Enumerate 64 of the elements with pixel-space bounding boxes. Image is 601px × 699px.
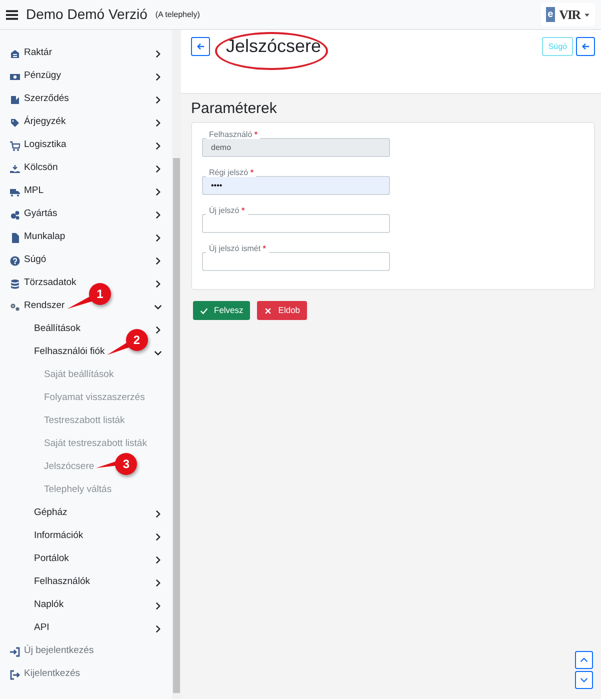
section-heading: Paraméterek — [191, 100, 278, 118]
scrollbar-thumb[interactable] — [173, 158, 180, 693]
sidebar-item[interactable]: Pénzügy — [24, 69, 61, 84]
chevron-up-icon — [580, 656, 588, 664]
sidebar-item[interactable]: Beállítások — [34, 322, 80, 337]
field-label: Új jelszó ismét * — [206, 245, 269, 253]
sidebar-item[interactable]: Rendszer — [24, 299, 65, 314]
sidebar-item[interactable]: Logisztika — [24, 138, 66, 153]
sidebar-item[interactable]: Gépház — [34, 506, 68, 521]
sign-in-icon — [10, 646, 20, 656]
sidebar-item[interactable]: Naplók — [34, 598, 64, 613]
truck-icon — [10, 186, 20, 196]
sidebar-item[interactable]: API — [34, 621, 50, 636]
caret-icon — [584, 12, 590, 18]
chevron-down-icon — [580, 676, 588, 684]
input-field[interactable] — [202, 214, 390, 233]
logout-link[interactable]: Kijelentkezés — [0, 663, 172, 686]
sidebar-item[interactable]: Munkalap — [24, 230, 66, 245]
field-label: Felhasználó * — [206, 131, 260, 139]
page-title: Jelszócsere — [226, 36, 322, 58]
logo-button[interactable]: e VIR — [540, 2, 595, 26]
input-field[interactable] — [202, 252, 390, 271]
field-label: Régi jelszó * — [206, 169, 256, 177]
close-icon — [264, 306, 272, 314]
sidebar-item[interactable]: Kölcsön — [24, 161, 58, 176]
sidebar-item[interactable]: Raktár — [24, 46, 52, 61]
building-icon — [10, 48, 20, 58]
back-arrow-icon — [196, 42, 205, 51]
database-icon — [10, 278, 20, 288]
sidebar-item[interactable]: Portálok — [34, 552, 69, 567]
back-button[interactable] — [576, 37, 595, 56]
sidebar-item[interactable]: MPL — [24, 184, 44, 199]
sign-out-icon — [10, 670, 20, 680]
sidebar-item[interactable]: Információk — [34, 529, 84, 544]
save-button[interactable]: Felvesz — [193, 301, 250, 320]
tag-icon — [10, 118, 20, 128]
scrollbar[interactable] — [172, 30, 181, 699]
help-icon — [10, 256, 20, 266]
back-button[interactable] — [191, 37, 210, 56]
login-link[interactable]: Új bejelentkezés — [0, 640, 172, 663]
back-arrow-icon — [581, 42, 590, 51]
check-icon — [200, 306, 208, 314]
sidebar-item[interactable]: Súgó — [24, 253, 46, 268]
scroll-up-button[interactable] — [575, 651, 593, 669]
gears-icon — [10, 302, 20, 312]
sidebar-item[interactable]: Szerződés — [24, 92, 69, 107]
banknote-icon — [10, 72, 20, 82]
callout-badge: 2 — [126, 328, 148, 350]
file-icon — [10, 232, 20, 242]
cart-icon — [10, 140, 20, 150]
menu-icon[interactable] — [6, 8, 18, 20]
sidebar-item[interactable]: Felhasználók — [34, 575, 90, 590]
sidebar-item[interactable]: Törzsadatok — [24, 276, 76, 291]
scroll-down-button[interactable] — [575, 671, 593, 689]
discard-button[interactable]: Eldob — [257, 301, 308, 320]
callout-badge: 3 — [115, 452, 138, 474]
field-label: Új jelszó * — [206, 207, 248, 215]
sidebar-item[interactable]: Árjegyzék — [24, 115, 66, 130]
app-title: Demo Demó Verzió — [26, 5, 148, 24]
sidebar-item[interactable]: Felhasználói fiók — [34, 345, 105, 360]
site-label: (A telephely) — [155, 8, 200, 20]
sidebar-item[interactable]: Gyártás — [24, 207, 58, 222]
callout-badge: 1 — [89, 282, 111, 304]
input-field[interactable]: •••• — [202, 176, 390, 195]
